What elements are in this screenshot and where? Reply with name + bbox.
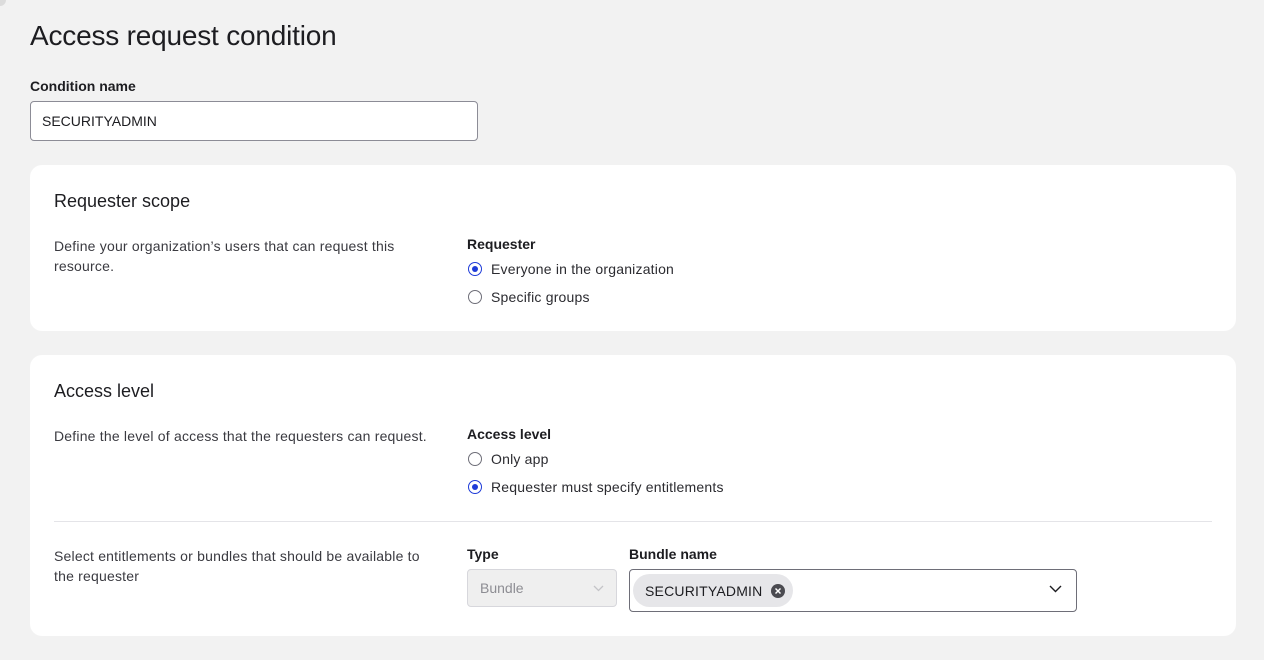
bundle-chip: SECURITYADMIN [633,574,794,607]
condition-name-input[interactable] [30,101,478,141]
radio-button-selected[interactable] [468,480,482,494]
condition-name-label: Condition name [30,78,136,94]
page: Access request condition Condition name … [0,0,1264,660]
type-select-value: Bundle [480,580,524,596]
radio-button[interactable] [468,290,482,304]
radio-label-everyone: Everyone in the organization [491,261,675,277]
radio-only-app[interactable]: Only app [467,449,549,469]
radio-label-specify-entitlements: Requester must specify entitlements [491,479,724,495]
section-divider [54,521,1212,522]
bundle-chip-label: SECURITYADMIN [645,582,763,599]
radio-label-specific-groups: Specific groups [491,289,590,305]
radio-button[interactable] [468,452,482,466]
type-select-disabled: Bundle [467,569,617,607]
access-level-description: Define the level of access that the requ… [54,428,427,444]
entitlements-description: Select entitlements or bundles that shou… [54,548,420,584]
requester-group-label: Requester [467,236,536,252]
corner-decoration [0,0,6,6]
type-label: Type [467,546,499,562]
close-circle-icon[interactable] [771,583,786,598]
bundle-name-label: Bundle name [629,546,717,562]
access-level-group-label: Access level [467,426,552,442]
radio-button-selected[interactable] [468,262,482,276]
access-level-card: Access level Define the level of access … [30,355,1236,636]
bundle-name-select[interactable]: SECURITYADMIN [629,569,1077,612]
requester-scope-card: Requester scope Define your organization… [30,165,1236,331]
requester-scope-title: Requester scope [54,191,191,211]
radio-label-only-app: Only app [491,451,549,467]
chevron-down-icon[interactable] [1049,585,1062,593]
chevron-down-icon [593,585,604,591]
requester-scope-description: Define your organization’s users that ca… [54,238,395,274]
radio-specific-groups[interactable]: Specific groups [467,287,590,307]
page-title: Access request condition [30,20,337,51]
radio-everyone[interactable]: Everyone in the organization [467,259,674,279]
access-level-title: Access level [54,381,155,401]
radio-specify-entitlements[interactable]: Requester must specify entitlements [467,477,724,497]
